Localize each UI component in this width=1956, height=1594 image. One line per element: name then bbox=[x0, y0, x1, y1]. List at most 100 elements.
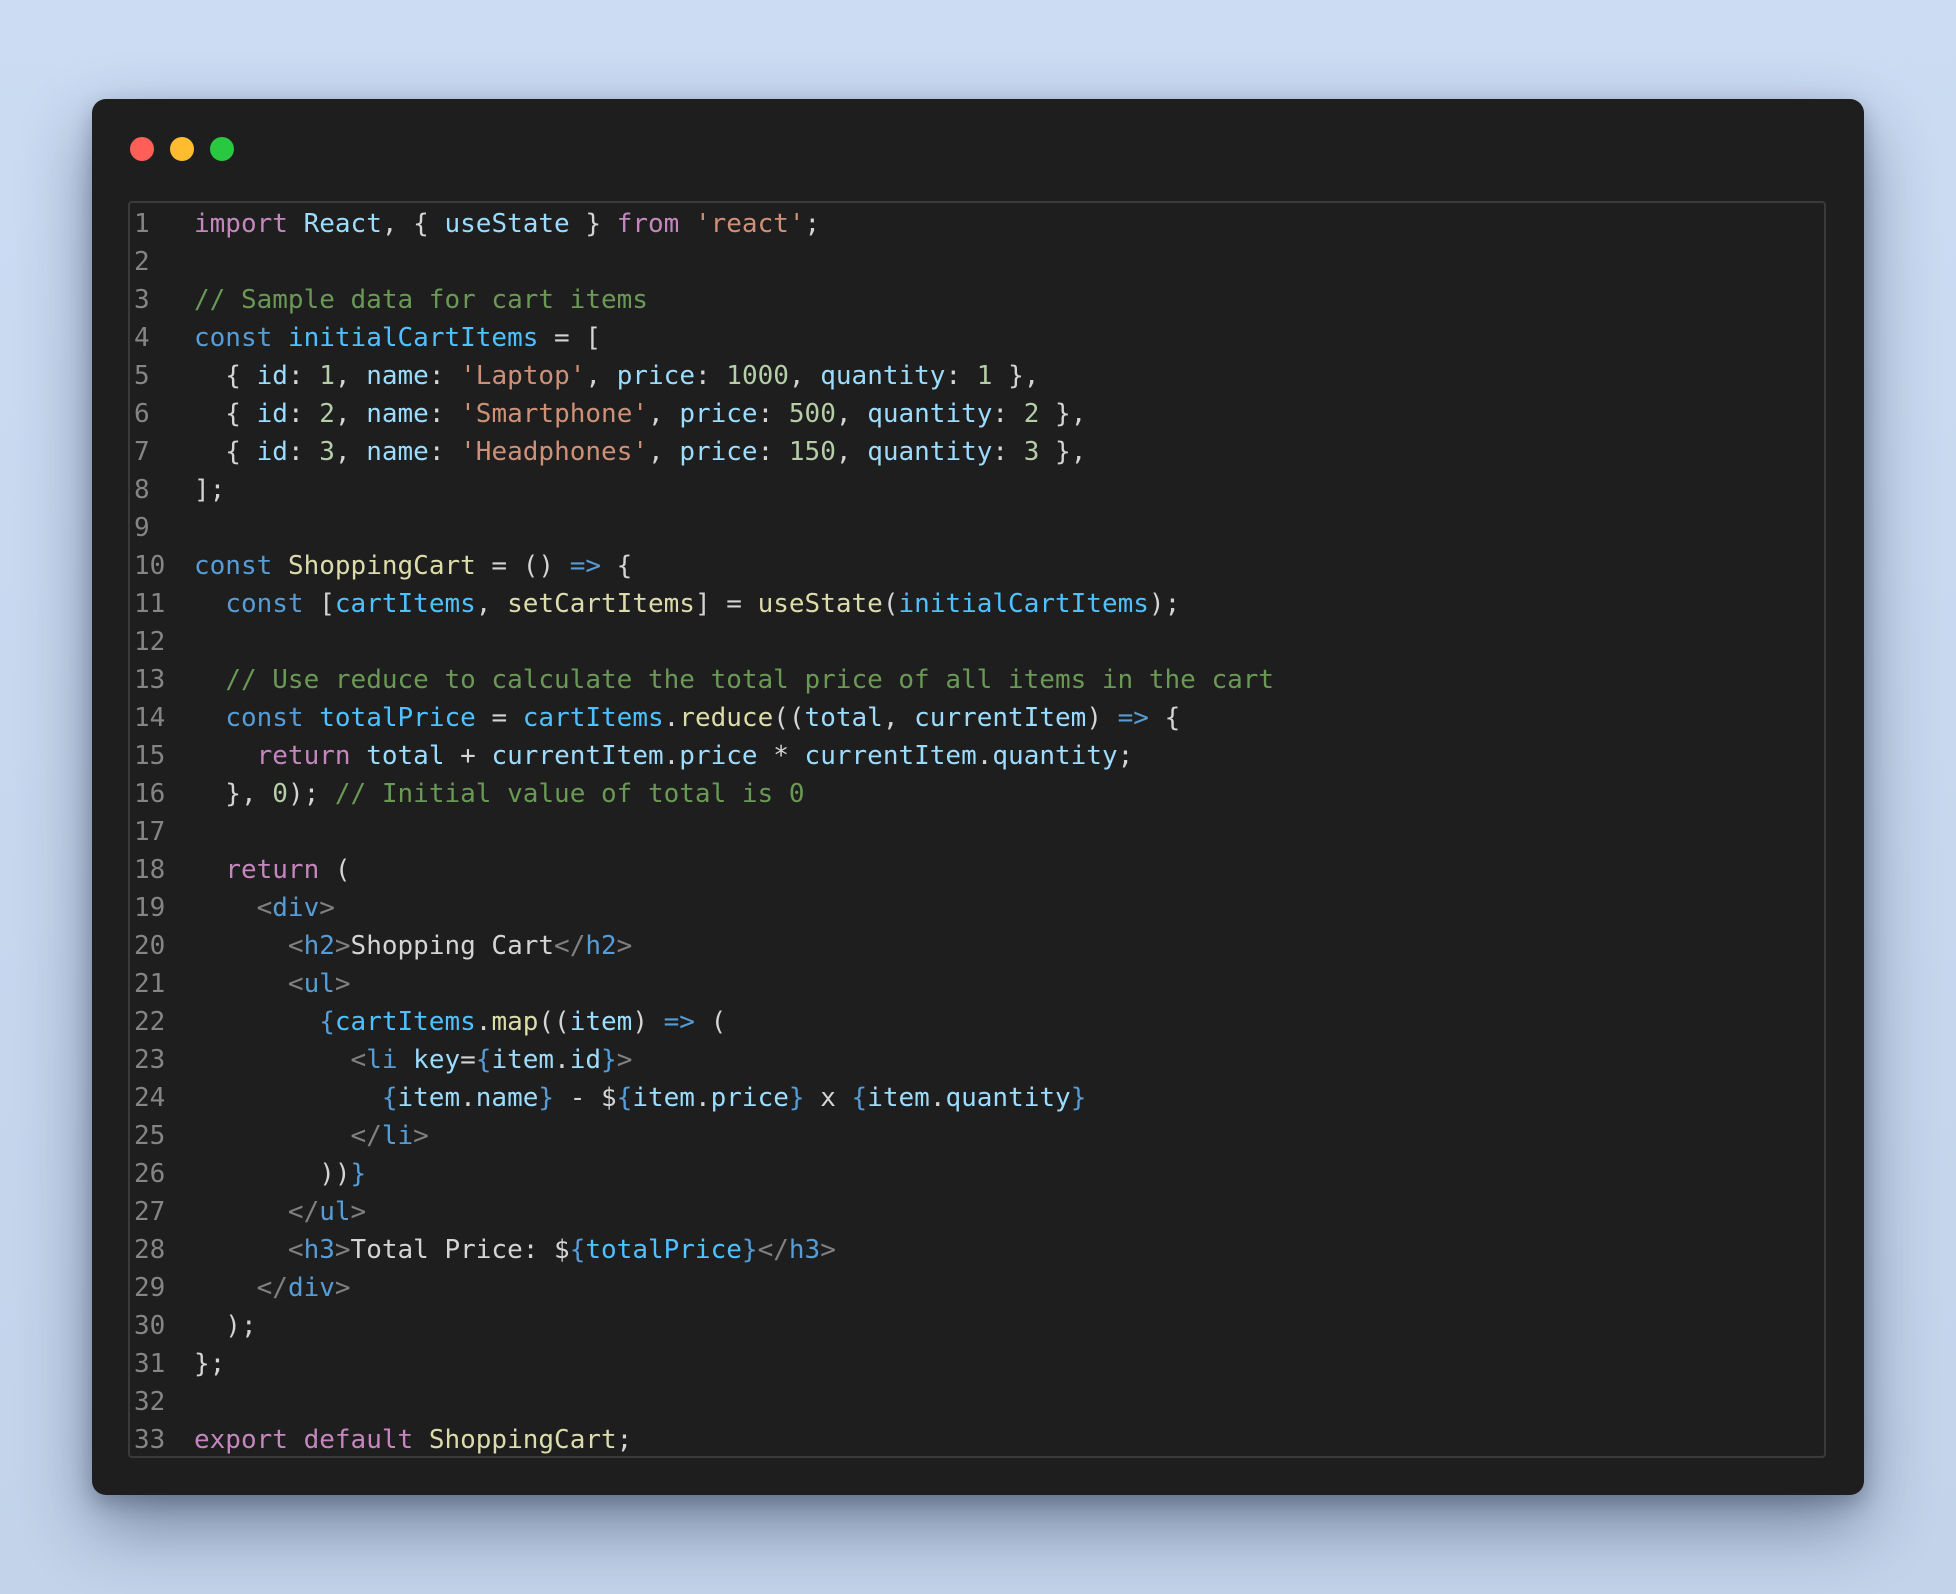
line-number: 14 bbox=[134, 703, 166, 733]
code-token: > bbox=[616, 1045, 633, 1075]
code-token: (( bbox=[538, 1007, 570, 1037]
close-dot-icon[interactable] bbox=[130, 137, 154, 161]
code-text: </ul> bbox=[194, 1193, 366, 1231]
code-token: < bbox=[256, 893, 273, 923]
code-text: const totalPrice = cartItems.reduce((tot… bbox=[194, 699, 1180, 737]
code-token: [ bbox=[303, 589, 335, 619]
code-token: 3 bbox=[1023, 437, 1040, 467]
code-token: ; bbox=[804, 209, 821, 239]
window-controls bbox=[130, 137, 234, 161]
code-token: return bbox=[225, 855, 320, 885]
code-lines: 1 import React, { useState } from 'react'… bbox=[130, 205, 1824, 1456]
code-text: { id: 3, name: 'Headphones', price: 150,… bbox=[194, 433, 1086, 471]
code-token: price bbox=[616, 361, 695, 391]
code-text: ); bbox=[194, 1307, 256, 1345]
code-token: } bbox=[538, 1083, 555, 1113]
code-token: > bbox=[334, 1273, 351, 1303]
code-token: initialCartItems bbox=[898, 589, 1149, 619]
maximize-dot-icon[interactable] bbox=[210, 137, 234, 161]
code-token: } bbox=[350, 1159, 367, 1189]
code-text: <li key={item.id}> bbox=[194, 1041, 633, 1079]
code-token: * bbox=[757, 741, 805, 771]
code-token: ShoppingCart bbox=[428, 1425, 617, 1455]
line-number: 26 bbox=[134, 1159, 166, 1189]
minimize-dot-icon[interactable] bbox=[170, 137, 194, 161]
code-line: 14 const totalPrice = cartItems.reduce((… bbox=[130, 699, 1824, 737]
code-token: Shopping Cart bbox=[350, 931, 555, 961]
code-line: 8]; bbox=[130, 471, 1824, 509]
code-token: , { bbox=[381, 209, 445, 239]
code-line: 32 bbox=[130, 1383, 1824, 1421]
code-token: , bbox=[334, 361, 367, 391]
code-token: }, bbox=[194, 779, 273, 809]
code-line: 20 <h2>Shopping Cart</h2> bbox=[130, 927, 1824, 965]
code-token: > bbox=[413, 1121, 429, 1151]
code-line: 7 { id: 3, name: 'Headphones', price: 15… bbox=[130, 433, 1824, 471]
code-token: const bbox=[225, 703, 304, 733]
code-token: li bbox=[381, 1121, 414, 1151]
line-number: 3 bbox=[134, 285, 150, 315]
code-token: return bbox=[256, 741, 351, 771]
code-token: 'Smartphone' bbox=[460, 399, 648, 429]
code-token: // Initial value of total is 0 bbox=[334, 779, 805, 809]
line-number: 21 bbox=[134, 969, 166, 999]
line-number: 29 bbox=[134, 1273, 166, 1303]
code-text: </li> bbox=[194, 1117, 429, 1155]
code-text: {cartItems.map((item) => ( bbox=[194, 1003, 726, 1041]
code-token: item bbox=[867, 1083, 930, 1113]
code-line: 29 </div> bbox=[130, 1269, 1824, 1307]
code-editor[interactable]: 1 import React, { useState } from 'react'… bbox=[128, 201, 1826, 1458]
code-token: ( bbox=[882, 589, 899, 619]
code-line: 3 // Sample data for cart items bbox=[130, 281, 1824, 319]
code-token: > bbox=[350, 1197, 367, 1227]
code-token: } bbox=[741, 1235, 758, 1265]
code-line: 27 </ul> bbox=[130, 1193, 1824, 1231]
code-token: id bbox=[256, 399, 288, 429]
line-number: 8 bbox=[134, 475, 150, 505]
code-token: > bbox=[334, 969, 351, 999]
code-token: ; bbox=[1117, 741, 1134, 771]
code-token: . bbox=[663, 741, 680, 771]
code-token: const bbox=[194, 551, 273, 581]
code-token: , bbox=[788, 361, 821, 391]
code-token: { bbox=[616, 1083, 633, 1113]
code-token: h3 bbox=[303, 1235, 335, 1265]
line-number: 1 bbox=[134, 209, 150, 239]
code-token: h2 bbox=[303, 931, 335, 961]
code-token: price bbox=[679, 437, 758, 467]
code-token: import bbox=[194, 209, 288, 239]
line-number: 9 bbox=[134, 513, 150, 543]
line-number: 27 bbox=[134, 1197, 166, 1227]
code-text: </div> bbox=[194, 1269, 351, 1307]
code-token: ); bbox=[287, 779, 335, 809]
code-token: ) bbox=[1086, 703, 1118, 733]
code-token: = [ bbox=[538, 323, 602, 353]
code-token: h3 bbox=[788, 1235, 821, 1265]
code-token: initialCartItems bbox=[287, 323, 539, 353]
code-token: { bbox=[194, 399, 257, 429]
code-token: id bbox=[569, 1045, 602, 1075]
code-text: <div> bbox=[194, 889, 335, 927]
code-token: map bbox=[491, 1007, 539, 1037]
code-token: { bbox=[475, 1045, 492, 1075]
code-token: : bbox=[287, 361, 320, 391]
code-token: price bbox=[679, 399, 758, 429]
code-token: )) bbox=[194, 1159, 351, 1189]
code-text: <ul> bbox=[194, 965, 351, 1003]
code-token: quantity bbox=[992, 741, 1118, 771]
line-number: 30 bbox=[134, 1311, 166, 1341]
code-text: const [cartItems, setCartItems] = useSta… bbox=[194, 585, 1180, 623]
code-token: }, bbox=[1039, 437, 1087, 467]
line-number: 2 bbox=[134, 247, 150, 277]
line-number: 20 bbox=[134, 931, 166, 961]
code-token: x bbox=[804, 1083, 852, 1113]
code-token: : bbox=[992, 437, 1024, 467]
